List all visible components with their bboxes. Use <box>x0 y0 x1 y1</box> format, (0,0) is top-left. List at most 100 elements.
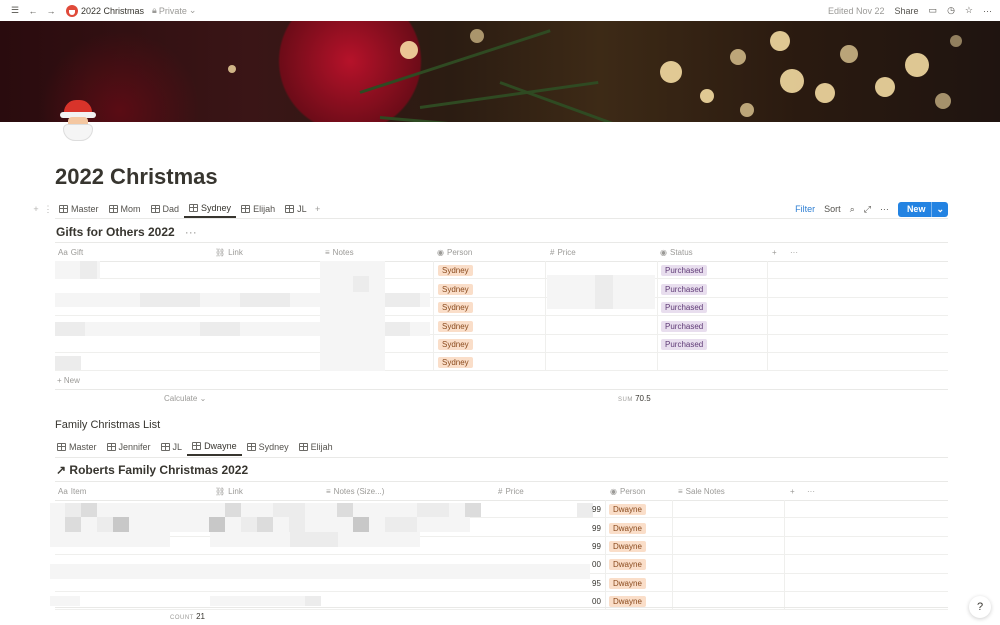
column-header-notes-size[interactable]: ≡ Notes (Size...) <box>326 487 384 496</box>
view-tab-sydney[interactable]: Sydney <box>184 200 237 218</box>
redacted-cell <box>465 503 481 517</box>
help-button[interactable]: ? <box>969 596 991 618</box>
family-list-heading[interactable]: Family Christmas List <box>55 419 160 431</box>
view-tab-mom[interactable]: Mom <box>104 200 146 218</box>
status-tag[interactable]: Purchased <box>661 339 708 350</box>
more-options-icon[interactable]: ··· <box>880 204 889 214</box>
search-icon[interactable]: ⌕ <box>850 204 855 215</box>
column-label: Price <box>557 247 576 257</box>
view-tab-master[interactable]: Master <box>54 200 104 218</box>
database-title[interactable]: Gifts for Others 2022 ··· <box>56 225 197 239</box>
back-arrow-icon[interactable]: ← <box>26 4 40 18</box>
add-view-icon[interactable]: + <box>312 204 324 214</box>
linked-database-title[interactable]: ↗ Roberts Family Christmas 2022 <box>56 463 248 477</box>
comments-icon[interactable]: ▭ <box>929 5 938 16</box>
table-icon <box>246 443 256 451</box>
privacy-indicator[interactable]: 🔒︎ Private ⌄ <box>152 5 196 16</box>
table-row[interactable] <box>55 261 948 279</box>
column-header-price[interactable]: # Price <box>498 487 524 496</box>
table-row[interactable] <box>55 353 948 371</box>
updates-clock-icon[interactable]: ◷ <box>947 5 955 16</box>
column-label: Price <box>505 486 524 496</box>
person-tag[interactable]: Sydney <box>438 284 473 295</box>
table-icon <box>189 204 199 212</box>
redacted-cell <box>273 503 305 517</box>
status-tag[interactable]: Purchased <box>661 284 708 295</box>
calculate-dropdown[interactable]: Calculate ⌄ <box>164 394 206 403</box>
column-header-item[interactable]: Aa Item <box>58 487 86 496</box>
person-tag[interactable]: Dwayne <box>609 578 646 589</box>
price-sum[interactable]: SUM 70.5 <box>618 394 651 403</box>
forward-arrow-icon[interactable]: → <box>44 4 58 18</box>
status-tag[interactable]: Purchased <box>661 302 708 313</box>
view-tab-jl[interactable]: JL <box>280 200 312 218</box>
person-tag[interactable]: Dwayne <box>609 596 646 607</box>
column-label: Sale Notes <box>685 486 725 496</box>
breadcrumb-page-title[interactable]: 2022 Christmas <box>81 6 144 16</box>
cover-image[interactable] <box>0 21 1000 122</box>
view-tab-label: JL <box>297 204 307 214</box>
price-value: 99 <box>592 524 601 533</box>
family-tab-elijah[interactable]: Elijah <box>294 438 338 456</box>
more-options-icon[interactable]: ··· <box>185 225 197 239</box>
column-header-price[interactable]: # Price <box>550 248 576 257</box>
new-row-button[interactable]: + New <box>57 376 80 385</box>
status-tag[interactable]: Purchased <box>661 265 708 276</box>
redacted-cell <box>50 564 590 579</box>
column-header-link[interactable]: ⛓︎ Link <box>215 248 243 257</box>
family-tab-master[interactable]: Master <box>55 438 102 456</box>
person-tag[interactable]: Dwayne <box>609 523 646 534</box>
item-count[interactable]: COUNT 21 <box>170 612 205 621</box>
redacted-cell <box>577 503 593 517</box>
person-tag[interactable]: Dwayne <box>609 541 646 552</box>
family-tab-jl[interactable]: JL <box>156 438 188 456</box>
share-button[interactable]: Share <box>895 6 919 16</box>
view-tab-label: Sydney <box>258 442 289 452</box>
column-header-person[interactable]: ◉ Person <box>610 487 645 496</box>
more-options-icon[interactable]: ··· <box>790 248 798 257</box>
notes-icon: ≡ <box>326 486 331 496</box>
family-tab-dwayne[interactable]: Dwayne <box>187 438 242 456</box>
person-tag[interactable]: Sydney <box>438 357 473 368</box>
table-row[interactable] <box>55 537 948 555</box>
table-row[interactable] <box>55 335 948 353</box>
status-tag[interactable]: Purchased <box>661 321 708 332</box>
family-tab-sydney[interactable]: Sydney <box>242 438 294 456</box>
column-header-person[interactable]: ◉ Person <box>437 248 472 257</box>
view-tab-elijah[interactable]: Elijah <box>236 200 280 218</box>
menu-icon[interactable]: ☰ <box>8 4 22 18</box>
filter-button[interactable]: Filter <box>795 204 815 214</box>
favorite-star-icon[interactable]: ☆ <box>965 5 973 16</box>
view-tab-dad[interactable]: Dad <box>146 200 185 218</box>
column-header-link[interactable]: ⛓︎ Link <box>215 487 243 496</box>
sort-button[interactable]: Sort <box>824 204 841 214</box>
family-tab-jennifer[interactable]: Jennifer <box>102 438 156 456</box>
add-property-icon[interactable]: + <box>772 248 777 257</box>
person-tag[interactable]: Dwayne <box>609 559 646 570</box>
table-icon <box>160 443 170 451</box>
column-header-gift[interactable]: Aa Gift <box>58 248 83 257</box>
add-block-icon[interactable]: + <box>30 204 42 214</box>
more-options-icon[interactable]: ··· <box>983 6 992 16</box>
person-tag[interactable]: Sydney <box>438 302 473 313</box>
new-record-button[interactable]: New ⌄ <box>897 201 948 217</box>
person-tag[interactable]: Dwayne <box>609 504 646 515</box>
column-header-notes[interactable]: ≡ Notes <box>325 248 354 257</box>
person-tag[interactable]: Sydney <box>438 321 473 332</box>
view-tab-label: Sydney <box>201 203 232 213</box>
expand-icon[interactable]: ⤢ <box>864 204 871 215</box>
person-tag[interactable]: Sydney <box>438 265 473 276</box>
database-title-text: Gifts for Others 2022 <box>56 225 175 239</box>
privacy-label: Private <box>158 5 187 16</box>
add-property-icon[interactable]: + <box>790 487 795 496</box>
drag-handle-icon[interactable]: ⋮ <box>42 204 54 215</box>
column-header-sale-notes[interactable]: ≡ Sale Notes <box>678 487 725 496</box>
more-options-icon[interactable]: ··· <box>807 487 815 496</box>
person-tag[interactable]: Sydney <box>438 339 473 350</box>
page-title[interactable]: 2022 Christmas <box>55 164 218 190</box>
chevron-down-icon[interactable]: ⌄ <box>931 201 948 217</box>
column-header-status[interactable]: ◉ Status <box>660 248 693 257</box>
price-value: 99 <box>592 505 601 514</box>
santa-page-icon[interactable] <box>58 100 98 142</box>
view-tab-label: JL <box>172 442 183 452</box>
